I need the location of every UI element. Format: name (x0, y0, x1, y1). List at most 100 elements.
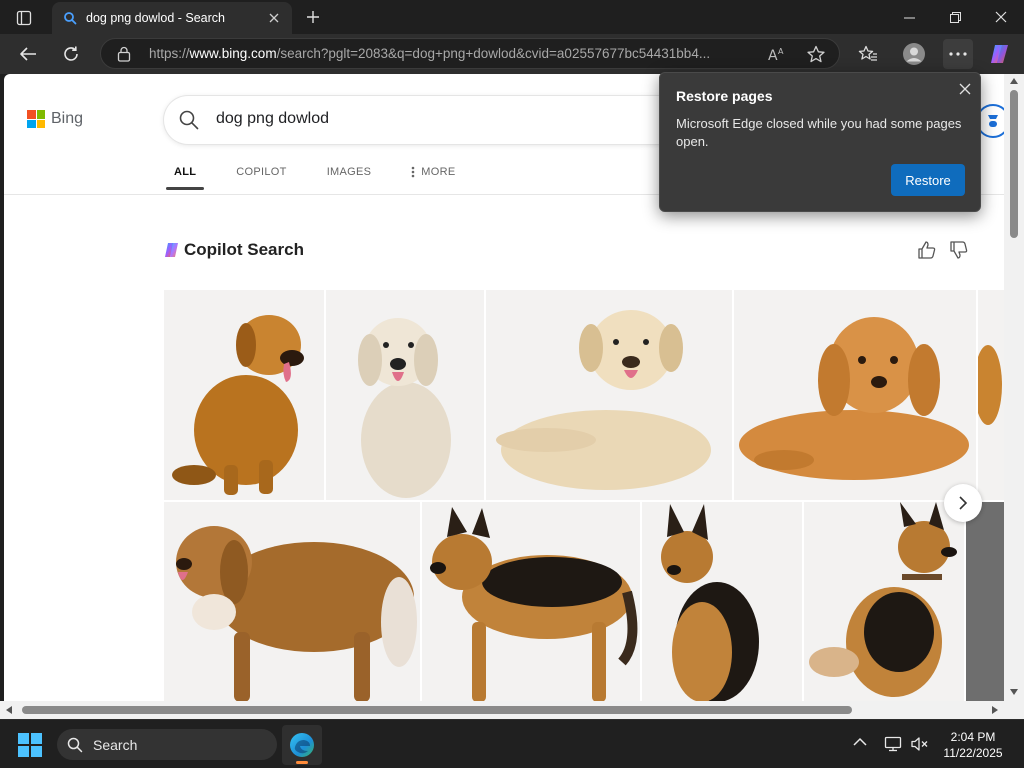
windows-taskbar: Search 2:04 PM 11/22/2025 (0, 719, 1024, 768)
tab-more-label: MORE (421, 166, 456, 178)
svg-text:A: A (778, 47, 784, 56)
image-result[interactable] (164, 502, 420, 701)
restore-pages-dialog: Restore pages Microsoft Edge closed whil… (659, 72, 981, 212)
taskbar-search-label: Search (93, 737, 138, 753)
horizontal-scrollbar[interactable] (0, 701, 1024, 719)
image-result[interactable] (326, 290, 484, 500)
clock-date: 11/22/2025 (943, 746, 1003, 760)
volume-muted-icon[interactable] (910, 735, 930, 753)
image-result[interactable] (164, 290, 324, 500)
more-vertical-icon (411, 166, 415, 178)
tab-all[interactable]: ALL (165, 166, 205, 190)
copilot-search-title: Copilot Search (184, 240, 304, 259)
svg-text:A: A (768, 48, 778, 63)
tab-all-label: ALL (174, 166, 197, 178)
cocker-spaniel-image (739, 317, 969, 480)
restore-window-button[interactable] (932, 0, 978, 34)
horizontal-scrollbar-thumb[interactable] (22, 706, 852, 714)
star-icon[interactable] (806, 45, 826, 64)
settings-and-more-button[interactable] (943, 39, 973, 69)
close-window-button[interactable] (978, 0, 1024, 34)
image-result[interactable] (978, 290, 1004, 500)
scroll-up-arrow-icon[interactable] (1010, 78, 1018, 84)
vertical-scrollbar[interactable] (1004, 74, 1024, 701)
image-result[interactable] (642, 502, 802, 701)
german-shepherd-sitting-image (661, 504, 759, 701)
scroll-down-arrow-icon[interactable] (1010, 689, 1018, 695)
url-host: www.bing.com (189, 46, 277, 61)
dog-partial-image (978, 345, 1002, 425)
windows-start-icon[interactable] (18, 733, 42, 757)
labrador-image (496, 310, 711, 490)
rewards-icon (988, 115, 998, 127)
restore-dialog-message: Microsoft Edge closed while you had some… (676, 116, 962, 149)
url-path: /search?pglt=2083&q=dog+png+dowlod&cvid=… (276, 46, 711, 61)
scroll-right-arrow-icon[interactable] (992, 706, 998, 714)
running-app-indicator (296, 761, 308, 764)
german-shepherd-image (430, 507, 638, 701)
carousel-next-button[interactable] (944, 484, 982, 522)
search-scope-tabs: ALL COPILOT IMAGES MORE (165, 166, 495, 190)
restore-dialog-title: Restore pages (676, 88, 773, 104)
taskbar-search-box[interactable]: Search (57, 729, 277, 760)
tab-more[interactable]: MORE (411, 166, 455, 190)
system-clock[interactable]: 2:04 PM 11/22/2025 (938, 729, 1008, 761)
back-button[interactable] (13, 39, 43, 69)
thumbs-down-icon[interactable] (949, 240, 969, 260)
tab-images[interactable]: IMAGES (327, 166, 372, 190)
title-bar: dog png dowlod - Search (0, 0, 1024, 34)
read-aloud-icon[interactable]: A A (767, 45, 787, 63)
chevron-up-icon[interactable] (853, 737, 867, 747)
network-icon[interactable] (884, 735, 902, 753)
tab-title: dog png dowlod - Search (86, 11, 225, 25)
image-result[interactable] (422, 502, 640, 701)
profile-button[interactable] (899, 39, 929, 69)
search-icon (67, 737, 83, 753)
tab-copilot-label: COPILOT (236, 166, 287, 178)
url-scheme: https:// (149, 46, 190, 61)
search-query-text[interactable]: dog png dowlod (216, 110, 329, 128)
plus-icon (307, 11, 319, 23)
vertical-scrollbar-thumb[interactable] (1010, 90, 1018, 238)
new-tab-button[interactable] (300, 4, 326, 30)
refresh-button[interactable] (56, 39, 86, 69)
image-results-grid (164, 290, 1004, 701)
lock-icon[interactable] (117, 46, 131, 62)
tab-copilot[interactable]: COPILOT (236, 166, 286, 190)
restore-dialog-close-button[interactable] (955, 79, 975, 99)
copilot-button[interactable] (985, 39, 1015, 69)
image-result[interactable] (804, 502, 964, 701)
close-icon (959, 83, 971, 95)
bing-logo[interactable]: Bing (27, 110, 83, 128)
url-text[interactable]: https://www.bing.com/search?pglt=2083&q=… (149, 46, 749, 61)
restore-button[interactable]: Restore (891, 164, 965, 196)
favorites-icon (858, 45, 877, 61)
search-box[interactable]: dog png dowlod (164, 96, 684, 144)
thumbs-up-icon[interactable] (917, 240, 937, 260)
image-result[interactable] (966, 502, 1004, 701)
browser-tab-active[interactable]: dog png dowlod - Search (52, 2, 292, 34)
address-bar[interactable]: https://www.bing.com/search?pglt=2083&q=… (100, 38, 840, 69)
search-favicon-icon (64, 12, 77, 25)
favorites-button[interactable] (853, 39, 883, 69)
close-icon (995, 11, 1007, 23)
tab-actions-menu-button[interactable] (10, 6, 38, 30)
microsoft-logo-icon (27, 110, 45, 128)
scroll-left-arrow-icon[interactable] (6, 706, 12, 714)
image-result[interactable] (734, 290, 976, 500)
copilot-icon (165, 243, 178, 257)
tab-close-button[interactable] (266, 10, 282, 26)
dog-partial-image (966, 502, 1004, 701)
german-shepherd-collar-image (809, 502, 957, 697)
brown-long-hair-dog-image (176, 526, 417, 701)
minimize-button[interactable] (886, 0, 932, 34)
tab-images-label: IMAGES (326, 166, 372, 178)
edge-icon (290, 733, 314, 757)
clock-time: 2:04 PM (950, 730, 996, 744)
copilot-search-heading: Copilot Search (164, 240, 304, 260)
image-result[interactable] (486, 290, 732, 500)
arrow-left-icon (20, 47, 36, 61)
taskbar-edge-button[interactable] (282, 725, 322, 765)
search-icon[interactable] (178, 109, 200, 131)
copilot-icon (991, 45, 1008, 63)
